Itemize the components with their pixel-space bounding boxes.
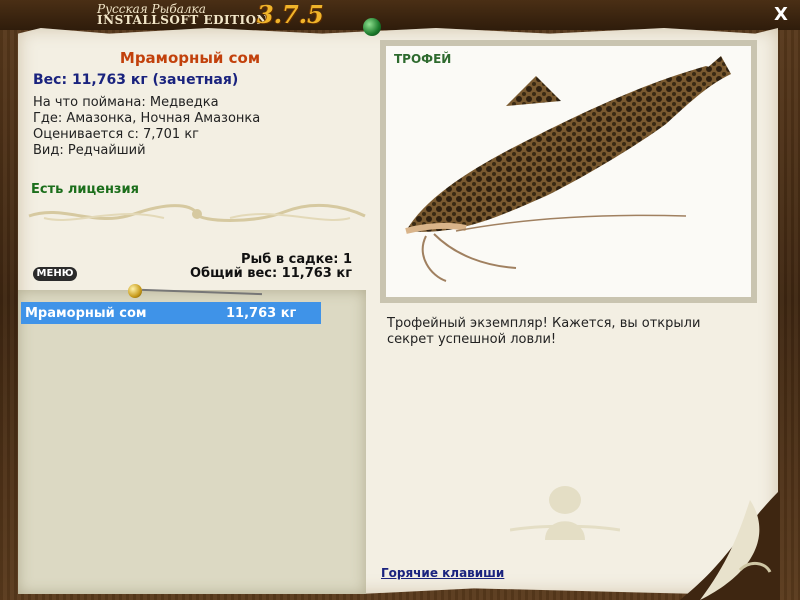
- trophy-photo-frame: ТРОФЕЙ: [380, 40, 757, 303]
- license-status: Есть лицензия: [31, 182, 139, 197]
- list-item[interactable]: Мраморный сом 11,763 кг: [21, 302, 321, 324]
- fisherman-silhouette-icon: [510, 486, 620, 540]
- pin-icon: [128, 284, 142, 298]
- green-pin-icon: [363, 18, 381, 36]
- ornament-divider-icon: [28, 203, 366, 222]
- hotkeys-link[interactable]: Горячие клавиши: [381, 566, 504, 580]
- fish-valued-from: Оценивается с: 7,701 кг: [33, 127, 200, 142]
- title-bar: Русская Рыбалка INSTALLSOFT EDITION 3.7.…: [0, 0, 800, 30]
- brand-version: 3.7.5: [257, 0, 324, 29]
- cage-list-panel: [18, 290, 366, 594]
- trophy-description: Трофейный экземпляр! Кажется, вы открыли…: [387, 316, 701, 347]
- fish-name-heading: Мраморный сом: [119, 49, 261, 67]
- page-curl-icon: [680, 490, 780, 600]
- trophy-photo: ТРОФЕЙ: [386, 46, 751, 297]
- cage-total-weight: Общий вес: 11,763 кг: [189, 266, 352, 281]
- fish-location: Где: Амазонка, Ночная Амазонка: [33, 111, 261, 126]
- close-button[interactable]: X: [770, 4, 792, 26]
- list-item-weight: 11,763 кг: [226, 306, 297, 321]
- fish-bait: На что поймана: Медведка: [33, 95, 219, 110]
- fish-weight: Вес: 11,763 кг (зачетная): [33, 72, 239, 88]
- menu-button[interactable]: МЕНЮ: [33, 267, 77, 281]
- list-item-name: Мраморный сом: [25, 306, 147, 321]
- fish-rarity: Вид: Редчайший: [33, 143, 146, 158]
- cage-fish-count: Рыб в садке: 1: [240, 252, 352, 267]
- brand-edition: INSTALLSOFT EDITION: [97, 13, 269, 27]
- catfish-icon: [405, 56, 731, 282]
